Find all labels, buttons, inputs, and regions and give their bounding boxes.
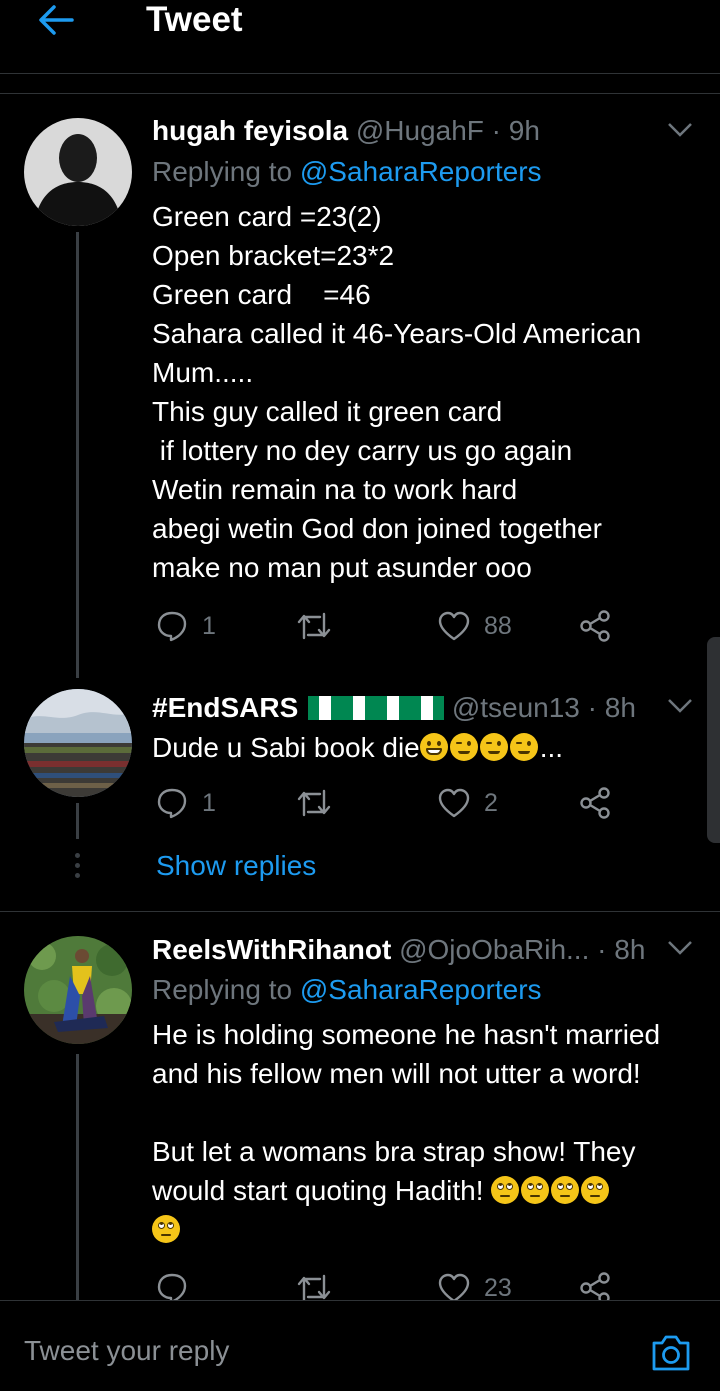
like-button[interactable]: 88 [438,606,512,646]
tweet-text-line: He is holding someone he hasn't married [152,1019,661,1050]
tweet-text-line: This guy called it green card [152,396,503,427]
heart-icon [438,1273,470,1303]
replying-to: Replying to @SaharaReporters [152,156,542,187]
thread-line [76,232,79,678]
thread-dot [75,863,80,868]
winking-emoji-icon [479,733,508,761]
reply-count: 1 [202,788,216,817]
scrollbar-handle[interactable] [707,637,720,843]
page-title: Tweet [146,0,243,39]
tweet-text-line: make no man put asunder ooo [152,552,532,583]
tweet-text-line: would start quoting Hadith! [152,1171,611,1210]
share-icon [580,787,610,819]
thread-dot [75,853,80,858]
timestamp[interactable]: 8h [605,692,636,723]
nigeria-flag-icon [376,691,411,720]
show-replies-link[interactable]: Show replies [156,848,316,884]
avatar[interactable] [24,689,132,797]
heart-icon [438,611,470,641]
like-count: 2 [484,788,498,817]
display-name[interactable]: #EndSARS [152,692,298,723]
chevron-down-icon[interactable] [667,122,693,138]
tweet-text-line: and his fellow men will not utter a word… [152,1058,641,1089]
heart-icon [438,788,470,818]
thread-dot [75,873,80,878]
tweet-text-line: Sahara called it 46-Years-Old American [152,318,642,349]
chevron-down-icon[interactable] [667,698,693,714]
like-count: 88 [484,611,512,640]
mention-link[interactable]: @SaharaReporters [300,974,542,1005]
back-arrow-icon[interactable] [36,2,76,38]
replying-to: Replying to @SaharaReporters [152,974,542,1005]
nigeria-flag-icon [308,691,343,720]
thread-line [76,1054,79,1300]
tweet-text-line: if lottery no dey carry us go again [152,435,573,466]
reply-input[interactable]: Tweet your reply [24,1335,229,1367]
tweet-text-line: Dude u Sabi book die... [152,732,564,763]
retweet-button[interactable] [296,606,346,646]
tweet-text-line: Wetin remain na to work hard [152,474,518,505]
reply-count: 1 [202,611,216,640]
winking-emoji-icon [509,733,538,761]
chevron-down-icon[interactable] [667,940,693,956]
username[interactable]: @tseun13 [452,692,580,723]
like-button[interactable]: 2 [438,783,498,823]
timestamp[interactable]: 9h [509,115,540,146]
grinning-emoji-icon [419,733,448,761]
eye-roll-emoji-icon [551,1176,580,1204]
thread-line [76,803,79,839]
avatar[interactable] [24,936,132,1044]
reply-button[interactable]: 1 [156,783,216,823]
winking-emoji-icon [449,733,478,761]
tweet-text-line: Green card =23(2) [152,201,382,232]
divider [0,73,720,74]
retweet-icon [297,612,331,640]
username[interactable]: @OjoObaRih... [399,934,589,965]
reply-composer[interactable]: Tweet your reply [0,1300,720,1391]
display-name[interactable]: ReelsWithRihanot [152,934,391,965]
avatar[interactable] [24,118,132,226]
eye-roll-emoji-icon [581,1176,610,1204]
retweet-icon [297,789,331,817]
mention-link[interactable]: @SaharaReporters [300,156,542,187]
username[interactable]: @HugahF [356,115,484,146]
reply-button[interactable]: 1 [156,606,216,646]
like-count: 23 [484,1273,512,1302]
divider [0,93,720,94]
tweet-header: #EndSARS @tseun13 · 8h [152,691,636,723]
nigeria-flag-icon [342,691,377,720]
tweet-text-line: abegi wetin God don joined together [152,513,602,544]
nigeria-flag-icon [410,691,445,720]
top-bar: Tweet [0,0,720,72]
tweet-header: hugah feyisola @HugahF · 9h [152,115,540,146]
tweet-text-line: Green card =46 [152,279,371,310]
tweet-text-line: Open bracket=23*2 [152,240,395,271]
display-name[interactable]: hugah feyisola [152,115,348,146]
eye-roll-emoji-icon [521,1176,550,1204]
divider [0,911,720,912]
tweet-header: ReelsWithRihanot @OjoObaRih... · 8h [152,934,646,965]
tweet-text-line: But let a womans bra strap show! They [152,1136,636,1167]
tweet-text-line: Mum..... [152,357,254,388]
reply-icon [157,788,187,819]
share-button[interactable] [578,783,612,823]
share-icon [580,610,610,642]
retweet-button[interactable] [296,783,346,823]
tweet-text-line [152,1210,182,1249]
reply-icon [157,611,187,642]
camera-icon[interactable] [650,1333,692,1373]
eye-roll-emoji-icon [152,1215,180,1243]
share-button[interactable] [578,606,612,646]
timestamp[interactable]: 8h [614,934,645,965]
eye-roll-emoji-icon [491,1176,520,1204]
